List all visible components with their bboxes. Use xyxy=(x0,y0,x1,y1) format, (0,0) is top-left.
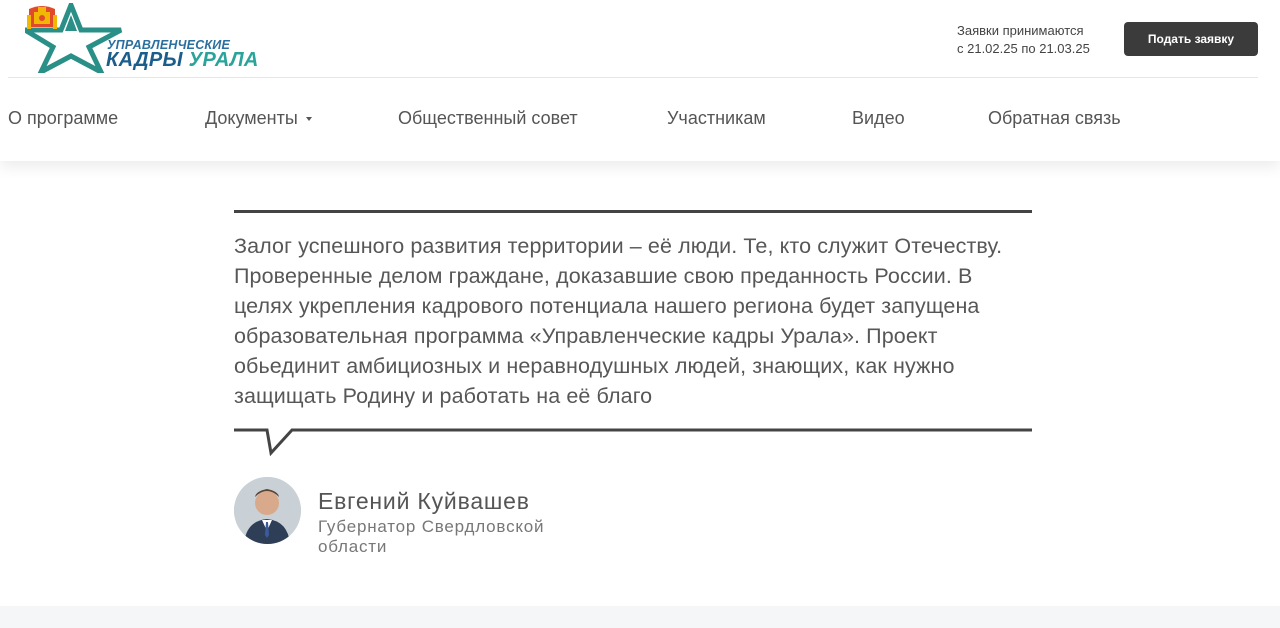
apply-button[interactable]: Подать заявку xyxy=(1124,22,1258,56)
speech-bubble-tail-icon xyxy=(234,428,1032,456)
site-logo[interactable]: УПРАВЛЕНЧЕСКИЕ КАДРЫ УРАЛА xyxy=(25,3,265,73)
quote-text: Залог успешного развития территории – её… xyxy=(234,234,1003,408)
logo-word-kadry: КАДРЫ xyxy=(106,49,183,71)
nav-item-documents[interactable]: Документы xyxy=(205,108,312,129)
application-period-line-1: Заявки принимаются xyxy=(957,23,1084,38)
nav-item-public-council[interactable]: Общественный совет xyxy=(398,108,578,129)
nav-item-about[interactable]: О программе xyxy=(8,108,118,129)
site-header: УПРАВЛЕНЧЕСКИЕ КАДРЫ УРАЛА Заявки приним… xyxy=(0,0,1280,161)
nav-item-label: О программе xyxy=(8,108,119,128)
regional-crest-icon xyxy=(27,6,57,29)
nav-item-video[interactable]: Видео xyxy=(852,108,905,129)
nav-item-participants[interactable]: Участникам xyxy=(667,108,766,129)
application-period: Заявки принимаются с 21.02.25 по 21.03.2… xyxy=(957,22,1090,58)
quote-author: Евгений Куйвашев Губернатор Свердловской… xyxy=(234,477,834,567)
nav-item-label: Видео xyxy=(852,108,905,128)
caret-down-icon xyxy=(305,117,312,122)
logo-line-2: КАДРЫ УРАЛА xyxy=(106,49,259,72)
application-period-line-2: с 21.02.25 по 21.03.25 xyxy=(957,41,1090,56)
top-bar: УПРАВЛЕНЧЕСКИЕ КАДРЫ УРАЛА Заявки приним… xyxy=(8,0,1258,78)
nav-item-feedback[interactable]: Обратная связь xyxy=(988,108,1121,129)
portrait-icon xyxy=(234,477,301,544)
quote-top-rule xyxy=(234,210,1032,213)
nav-item-label: Документы xyxy=(205,108,298,128)
nav-item-label: Общественный совет xyxy=(398,108,578,128)
main-nav: О программе Документы Общественный совет… xyxy=(0,102,1280,138)
nav-item-label: Участникам xyxy=(667,108,766,128)
avatar xyxy=(234,477,301,544)
footer-band xyxy=(0,606,1280,628)
nav-item-label: Обратная связь xyxy=(988,108,1121,128)
author-name: Евгений Куйвашев xyxy=(318,488,530,514)
author-role: Губернатор Свердловской области xyxy=(318,517,545,556)
logo-word-urala: УРАЛА xyxy=(188,49,259,71)
